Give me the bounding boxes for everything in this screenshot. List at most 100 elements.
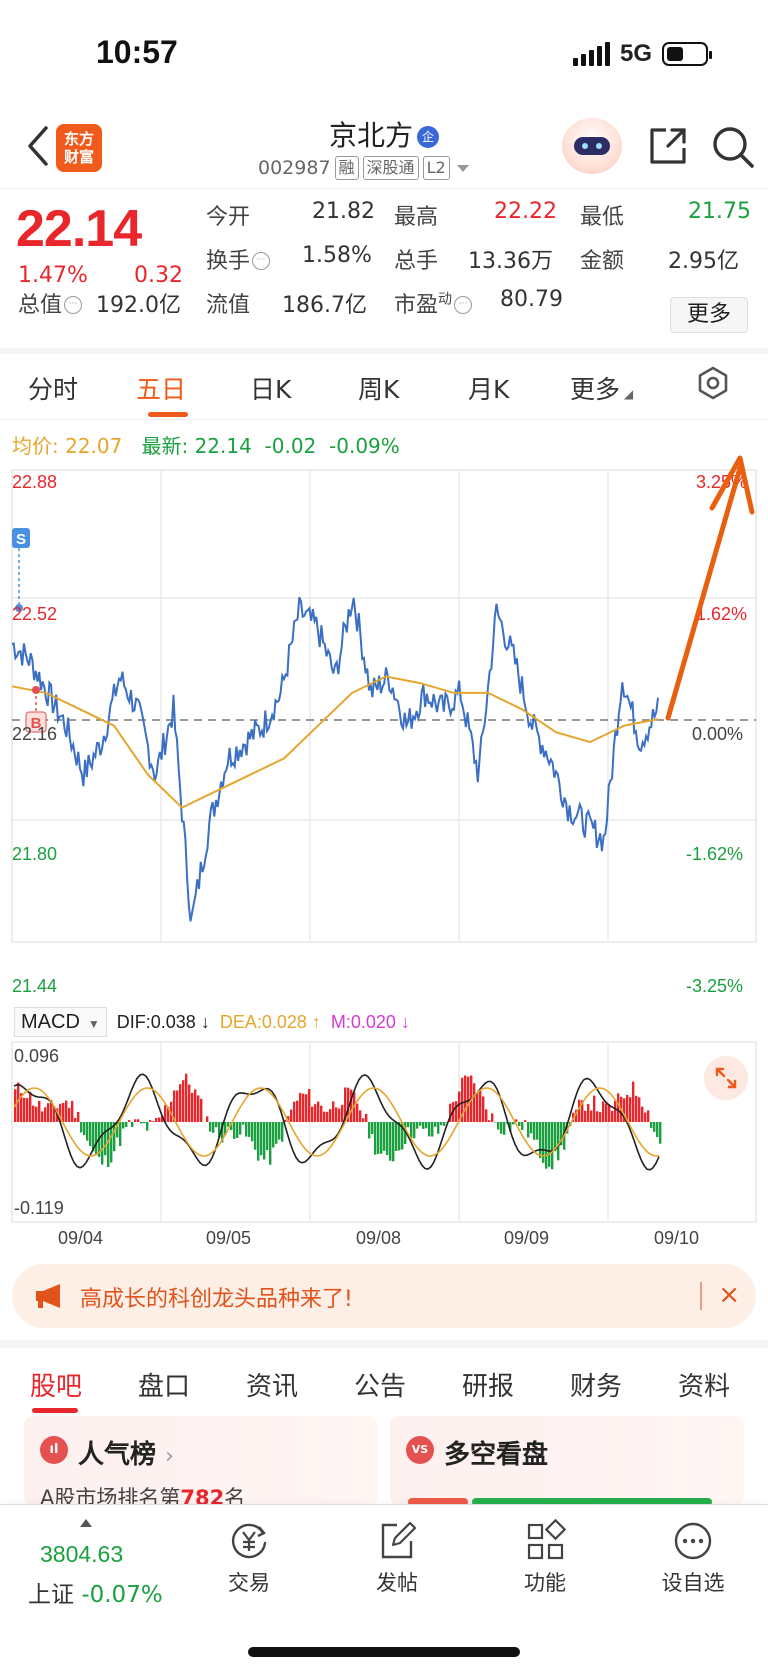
macd-bar	[185, 1073, 188, 1122]
current-price: 22.14	[16, 200, 142, 258]
post-button[interactable]: 发帖	[352, 1519, 442, 1615]
x-date-label: 09/08	[356, 1228, 402, 1248]
promo-banner[interactable]: 高成长的科创龙头品种来了! ×	[12, 1264, 756, 1328]
ai-assistant-icon[interactable]	[562, 118, 622, 174]
info-icon[interactable]: ···	[454, 296, 473, 314]
macd-bar	[611, 1110, 614, 1122]
macd-bar	[62, 1102, 65, 1122]
macd-bar	[386, 1122, 389, 1155]
watchlist-button[interactable]: 设自选	[648, 1519, 738, 1615]
macd-bar	[143, 1122, 146, 1124]
macd-bar	[317, 1101, 320, 1122]
close-icon[interactable]: ×	[718, 1280, 740, 1310]
macd-bar	[290, 1109, 293, 1122]
macd-bar	[638, 1097, 641, 1122]
y-left-tick: 21.44	[12, 976, 58, 996]
macd-bar	[338, 1108, 341, 1122]
macd-bar	[293, 1101, 296, 1122]
macd-dea: DEA:0.028 ↑	[219, 1011, 321, 1032]
macd-bar	[467, 1076, 470, 1122]
macd-bar	[95, 1122, 98, 1156]
yen-icon	[231, 1523, 267, 1559]
macd-bar	[206, 1116, 209, 1122]
tab-monthly-k[interactable]: 月K	[468, 370, 509, 406]
tab-profile[interactable]: 资料	[678, 1366, 730, 1403]
macd-bar	[140, 1122, 143, 1124]
macd-bar	[248, 1122, 251, 1137]
index-name[interactable]: 上证 -0.07%	[28, 1575, 163, 1609]
macd-bar	[227, 1122, 230, 1127]
macd-bar	[605, 1103, 608, 1122]
macd-bar	[314, 1104, 317, 1122]
gear-icon[interactable]	[696, 366, 730, 400]
share-icon[interactable]	[646, 124, 690, 168]
avg-price-value: 22.07	[65, 434, 123, 458]
macd-bar	[266, 1122, 269, 1151]
macd-bar	[131, 1122, 134, 1128]
expand-icon[interactable]	[704, 1056, 748, 1100]
macd-chart[interactable]	[0, 1040, 768, 1230]
content-tabs: 股吧 盘口 资讯 公告 研报 财务 资料	[0, 1340, 768, 1413]
functions-button[interactable]: 功能	[500, 1519, 590, 1615]
trade-button[interactable]: 交易	[204, 1519, 294, 1615]
macd-bar	[590, 1110, 593, 1122]
macd-bar	[545, 1122, 548, 1169]
indicator-selector[interactable]: MACD ▼	[14, 1007, 107, 1037]
popularity-card[interactable]: ıl 人气榜 › A股市场排名第782名	[24, 1416, 378, 1510]
macd-bar	[197, 1095, 200, 1122]
y-left-tick: 22.16	[12, 724, 58, 744]
macd-bar	[149, 1120, 152, 1122]
index-value[interactable]: 3804.63	[40, 1541, 123, 1568]
search-icon[interactable]	[710, 124, 756, 170]
macd-bar	[308, 1089, 311, 1122]
macd-bar	[281, 1122, 284, 1142]
low-value: 21.75	[688, 199, 751, 224]
macd-bar	[260, 1122, 263, 1156]
tab-more[interactable]: 更多 ◢	[570, 370, 633, 406]
x-date-label: 09/05	[206, 1228, 252, 1248]
tab-pankou[interactable]: 盘口	[138, 1366, 190, 1403]
price-line	[11, 596, 659, 922]
macd-bar	[599, 1112, 602, 1122]
signal-icon	[572, 42, 610, 66]
macd-bar	[23, 1097, 26, 1122]
macd-bar	[479, 1089, 482, 1122]
macd-bar	[125, 1122, 128, 1127]
macd-bar	[530, 1122, 533, 1134]
open-label: 今开	[206, 205, 251, 230]
tab-daily-k[interactable]: 日K	[250, 370, 291, 406]
tab-news[interactable]: 资讯	[246, 1366, 298, 1403]
tab-weekly-k[interactable]: 周K	[358, 370, 399, 406]
amount-value: 2.95亿	[668, 249, 739, 274]
more-quote-button[interactable]: 更多	[670, 297, 748, 333]
tab-intraday[interactable]: 分时	[28, 370, 78, 406]
macd-bar	[35, 1106, 38, 1122]
macd-bar	[476, 1093, 479, 1122]
bottom-dock: 3804.63 上证 -0.07% 交易 发帖 功能 设自选	[0, 1504, 768, 1667]
tab-finance[interactable]: 财务	[570, 1366, 622, 1403]
macd-bar	[80, 1122, 83, 1133]
stock-code: 002987	[258, 157, 331, 179]
info-icon[interactable]: ···	[64, 296, 83, 314]
macd-bar	[389, 1122, 392, 1161]
high-label: 最高	[394, 205, 439, 230]
macd-bar	[158, 1117, 161, 1122]
macd-bar	[407, 1122, 410, 1128]
tab-guba[interactable]: 股吧	[30, 1366, 82, 1403]
tab-announcements[interactable]: 公告	[354, 1366, 406, 1403]
bull-bear-card[interactable]: VS 多空看盘	[390, 1416, 744, 1506]
macd-bar	[548, 1122, 551, 1167]
macd-bar	[368, 1122, 371, 1139]
macd-bar	[146, 1122, 149, 1131]
tab-five-day[interactable]: 五日	[136, 370, 186, 406]
stock-code-row[interactable]: 002987 融 深股通 L2	[258, 156, 472, 180]
macd-bar	[74, 1117, 77, 1122]
tab-research[interactable]: 研报	[462, 1366, 514, 1403]
macd-bar	[200, 1098, 203, 1122]
info-icon[interactable]: ···	[252, 252, 271, 270]
macd-bar	[422, 1122, 425, 1129]
five-day-chart[interactable]: SB	[0, 460, 768, 1002]
macd-bar	[215, 1122, 218, 1128]
y-right-tick: 3.25%	[696, 472, 748, 492]
macd-bar	[431, 1122, 434, 1137]
